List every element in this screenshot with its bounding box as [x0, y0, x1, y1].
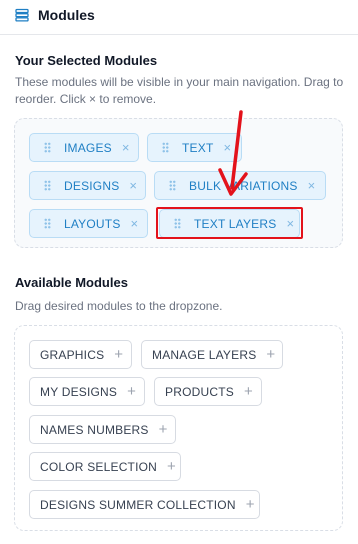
available-module-color-selection[interactable]: COLOR SELECTION +: [29, 452, 181, 481]
module-label: COLOR SELECTION: [40, 459, 158, 474]
available-module-products[interactable]: PRODUCTS +: [154, 377, 262, 406]
module-label: PRODUCTS: [165, 384, 234, 399]
module-label: NAMES NUMBERS: [40, 422, 149, 437]
available-modules-title: Available Modules: [15, 275, 128, 290]
available-modules-description: Drag desired modules to the dropzone.: [15, 299, 223, 313]
selected-module-images[interactable]: IMAGES ×: [29, 133, 139, 162]
selected-modules-title: Your Selected Modules: [15, 53, 158, 68]
add-icon[interactable]: +: [127, 384, 136, 399]
red-arrow-annotation: [218, 110, 248, 196]
available-module-names-numbers[interactable]: NAMES NUMBERS +: [29, 415, 176, 444]
drag-handle-icon[interactable]: [44, 218, 51, 229]
page-title: Modules: [38, 7, 95, 23]
remove-icon[interactable]: ×: [308, 179, 316, 192]
drag-handle-icon[interactable]: [44, 142, 51, 153]
module-label: TEXT: [182, 140, 214, 155]
available-module-graphics[interactable]: GRAPHICS +: [29, 340, 132, 369]
available-module-my-designs[interactable]: MY DESIGNS +: [29, 377, 145, 406]
remove-icon[interactable]: ×: [131, 217, 139, 230]
drag-handle-icon[interactable]: [169, 180, 176, 191]
module-label: MANAGE LAYERS: [152, 347, 257, 362]
module-label: GRAPHICS: [40, 347, 105, 362]
selected-module-designs[interactable]: DESIGNS ×: [29, 171, 146, 200]
available-module-manage-layers[interactable]: MANAGE LAYERS +: [141, 340, 283, 369]
drag-handle-icon[interactable]: [162, 142, 169, 153]
module-label: LAYOUTS: [64, 216, 121, 231]
add-icon[interactable]: +: [246, 497, 255, 512]
module-label: DESIGNS: [64, 178, 120, 193]
add-icon[interactable]: +: [159, 422, 168, 437]
remove-icon[interactable]: ×: [122, 141, 130, 154]
selected-modules-description: These modules will be visible in your ma…: [15, 75, 344, 106]
modules-header: Modules: [0, 0, 358, 35]
module-label: IMAGES: [64, 140, 112, 155]
add-icon[interactable]: +: [167, 459, 176, 474]
remove-icon[interactable]: ×: [129, 179, 137, 192]
add-icon[interactable]: +: [266, 347, 275, 362]
module-label: DESIGNS SUMMER COLLECTION: [40, 497, 236, 512]
selected-module-layouts[interactable]: LAYOUTS ×: [29, 209, 148, 238]
drag-handle-icon[interactable]: [44, 180, 51, 191]
add-icon[interactable]: +: [114, 347, 123, 362]
module-label: MY DESIGNS: [40, 384, 118, 399]
layers-list-icon: [15, 8, 29, 22]
add-icon[interactable]: +: [244, 384, 253, 399]
highlight-box: [156, 207, 303, 239]
available-module-designs-summer-collection[interactable]: DESIGNS SUMMER COLLECTION +: [29, 490, 260, 519]
